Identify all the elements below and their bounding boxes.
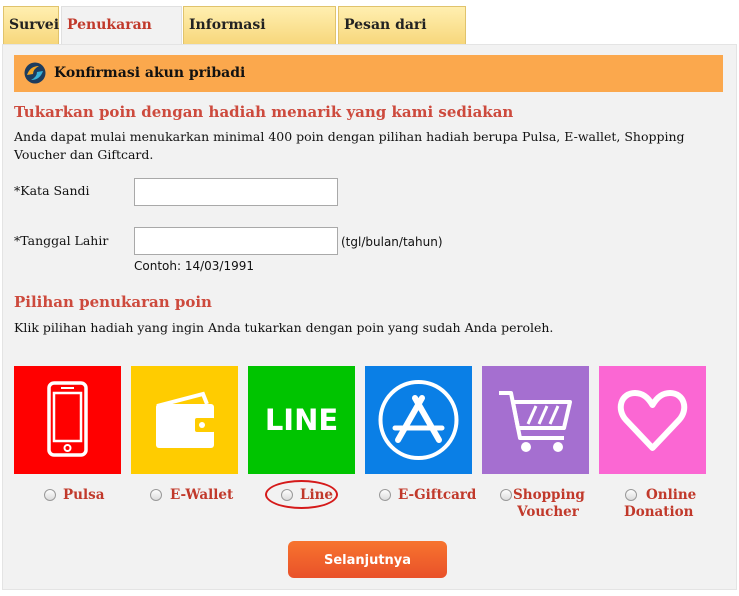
- pulsa-card[interactable]: [14, 366, 121, 474]
- options-description: Klik pilihan hadiah yang ingin Anda tuka…: [14, 320, 554, 335]
- egiftcard-card[interactable]: [365, 366, 472, 474]
- birthdate-field[interactable]: [134, 227, 338, 255]
- birthdate-format-hint: (tgl/bulan/tahun): [341, 235, 443, 249]
- phone-icon: [47, 381, 88, 457]
- line-option-highlight: [265, 480, 338, 509]
- tab-survei[interactable]: Survei: [3, 6, 59, 44]
- tab-pesan-dari-teman[interactable]: Pesan dari teman: [338, 6, 466, 69]
- shopping-voucher-option-label[interactable]: Shopping Voucher: [513, 487, 585, 521]
- options-section-title: Pilihan penukaran poin: [14, 293, 212, 311]
- tab-label: Survei: [9, 17, 60, 33]
- birthdate-example: Contoh: 14/03/1991: [134, 259, 254, 273]
- tab-penukaran-poin[interactable]: Penukaran poin: [61, 6, 182, 69]
- redeem-section-title: Tukarkan poin dengan hadiah menarik yang…: [14, 103, 514, 121]
- next-button[interactable]: Selanjutnya: [288, 541, 447, 578]
- egiftcard-option-label[interactable]: E-Giftcard: [398, 487, 476, 504]
- line-logo-text: LINE: [265, 403, 338, 437]
- section-header: Konfirmasi akun pribadi: [14, 55, 723, 92]
- online-donation-label-line2: Donation: [624, 504, 694, 520]
- pulsa-option-label[interactable]: Pulsa: [63, 487, 104, 504]
- section-header-title: Konfirmasi akun pribadi: [54, 65, 246, 81]
- shopping-voucher-radio[interactable]: [500, 489, 512, 501]
- tab-bar: Survei Penukaran poin Informasi Registra…: [0, 0, 739, 69]
- logo-icon: [24, 62, 46, 84]
- password-label: *Kata Sandi: [14, 183, 90, 198]
- password-field[interactable]: [134, 178, 338, 206]
- ewallet-card[interactable]: [131, 366, 238, 474]
- redeem-description: Anda dapat mulai menukarkan minimal 400 …: [14, 129, 685, 162]
- wallet-icon: [156, 391, 215, 448]
- heart-icon: [617, 390, 688, 451]
- online-donation-option-label[interactable]: Online Donation: [620, 487, 696, 521]
- ewallet-radio[interactable]: [150, 489, 162, 501]
- app-store-icon: [378, 380, 459, 460]
- line-logo-icon: LINE: [265, 403, 338, 437]
- line-card[interactable]: LINE: [248, 366, 355, 474]
- online-donation-card[interactable]: [599, 366, 706, 474]
- shopping-cart-icon: [499, 391, 572, 452]
- pulsa-radio[interactable]: [44, 489, 56, 501]
- shopping-voucher-label-line1: Shopping: [513, 487, 585, 503]
- online-donation-label-line1: Online: [646, 487, 697, 503]
- birthdate-label: *Tanggal Lahir: [14, 233, 109, 248]
- tab-informasi-registrasi[interactable]: Informasi Registrasi: [183, 6, 336, 69]
- ewallet-option-label[interactable]: E-Wallet: [170, 487, 233, 504]
- egiftcard-radio[interactable]: [379, 489, 391, 501]
- shopping-voucher-label-line2: Voucher: [517, 504, 579, 520]
- shopping-voucher-card[interactable]: [482, 366, 589, 474]
